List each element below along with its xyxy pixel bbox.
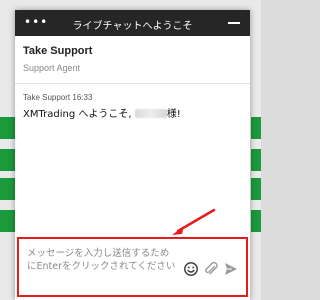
paperclip-icon[interactable] (203, 261, 219, 277)
message-time: 16:33 (72, 93, 93, 102)
background-green-strip (251, 117, 261, 139)
emoji-icon[interactable] (183, 261, 199, 277)
chat-window-title: ライブチャットへようこそ (72, 21, 193, 32)
background-green-strip (251, 149, 261, 171)
background-green-strip (0, 178, 16, 200)
message-sender: Take Support (23, 93, 71, 102)
send-icon[interactable] (223, 261, 239, 277)
message-list: Take Support 16:33 XMTrading へようこそ, 様! (15, 85, 250, 235)
background-green-strip (251, 210, 261, 232)
message-input-box[interactable]: メッセージを入力し送信するためにEnterをクリックされてください (17, 237, 248, 297)
redacted-username (134, 109, 167, 118)
agent-header: Take Support Support Agent (15, 36, 250, 84)
message-text-end: 様! (166, 109, 181, 120)
background-green-strip (0, 117, 16, 139)
background-green-strip (0, 210, 16, 232)
background-green-strip (251, 178, 261, 200)
message-text: XMTrading へようこそ, 様! (23, 105, 181, 120)
agent-name: Take Support (23, 45, 93, 57)
message-text-start: XMTrading へようこそ, (23, 109, 135, 120)
background-green-strip (0, 149, 16, 171)
minimize-icon[interactable] (228, 22, 240, 24)
message-input[interactable]: メッセージを入力し送信するためにEnterをクリックされてください (27, 247, 177, 273)
message-meta: Take Support 16:33 (23, 93, 92, 102)
chat-topbar: ••• ライブチャットへようこそ (15, 10, 250, 36)
agent-role: Support Agent (23, 63, 81, 73)
